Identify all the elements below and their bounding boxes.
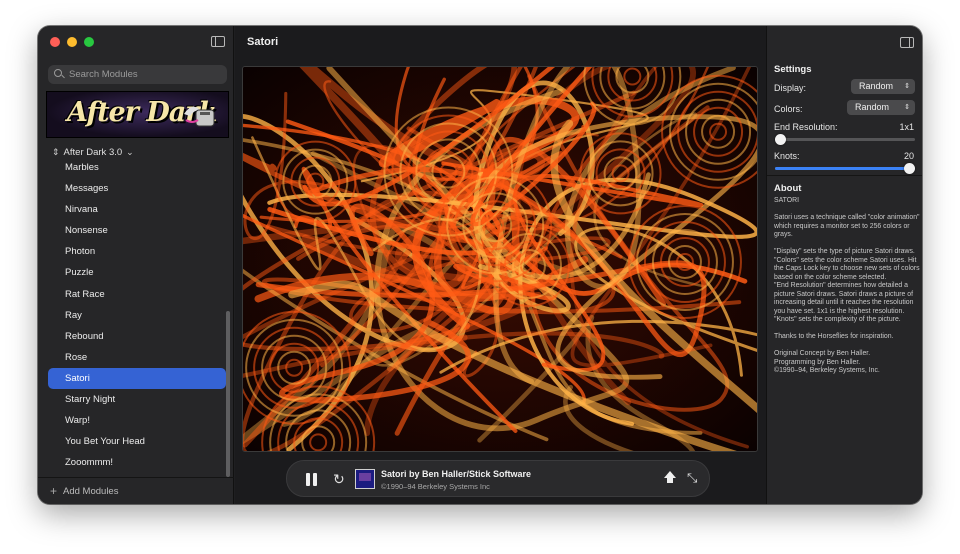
knots-slider-fill: [775, 167, 915, 170]
end-resolution-value: 1x1: [899, 122, 914, 132]
app-window: After Dark ⇕ After Dark 3.0 ⌄ MarblesMes…: [38, 26, 922, 504]
search-icon: [54, 69, 65, 80]
inspector-toggle-icon[interactable]: [900, 37, 914, 48]
knots-value: 20: [903, 151, 914, 161]
updown-chevron-icon: ⇕: [904, 83, 910, 90]
end-resolution-label: End Resolution:: [774, 122, 838, 132]
satori-animation: [243, 67, 757, 451]
about-description: SATORI Satori uses a technique called "co…: [774, 197, 920, 384]
search-field[interactable]: [48, 65, 227, 84]
colors-popup[interactable]: Random ⇕: [847, 100, 915, 115]
module-thumbnail: [355, 469, 375, 489]
pause-icon[interactable]: [306, 473, 318, 486]
sidebar-item-ray[interactable]: Ray: [48, 305, 226, 326]
end-resolution-slider-knob[interactable]: [775, 134, 786, 145]
settings-title: Settings: [774, 64, 812, 75]
about-paragraph: Thanks to the Horseflies for inspiration…: [774, 333, 894, 340]
refresh-icon[interactable]: ↻: [333, 472, 345, 486]
sidebar-item-nonsense[interactable]: Nonsense: [48, 220, 226, 241]
knots-slider[interactable]: [775, 163, 915, 174]
inspector-panel: Settings Display: Random ⇕ Colors: Rando…: [766, 26, 922, 504]
minimize-window-button[interactable]: [67, 37, 77, 47]
flying-toaster-icon: [184, 106, 215, 127]
display-label: Display:: [774, 83, 807, 93]
knots-slider-knob[interactable]: [904, 163, 915, 174]
about-paragraph: Original Concept by Ben Haller. Programm…: [774, 350, 880, 374]
sidebar-toggle-icon[interactable]: [211, 36, 225, 47]
about-paragraph: SATORI: [774, 197, 800, 204]
main-content: Satori ↻ Satori by Ben Haller/Stick Soft…: [235, 26, 766, 504]
sidebar-item-puzzle[interactable]: Puzzle: [48, 262, 226, 283]
sidebar-item-zooommm[interactable]: Zooommm!: [48, 452, 226, 473]
module-credit-title: Satori by Ben Haller/Stick Software: [381, 469, 532, 479]
share-icon[interactable]: [663, 471, 677, 486]
window-controls: [50, 37, 94, 47]
sidebar-item-rat-race[interactable]: Rat Race: [48, 284, 226, 305]
divider: [767, 175, 922, 176]
add-modules-button[interactable]: + Add Modules: [38, 477, 234, 504]
sidebar-item-starry-night[interactable]: Starry Night: [48, 389, 226, 410]
sidebar-item-photon[interactable]: Photon: [48, 241, 226, 262]
end-resolution-slider[interactable]: [775, 134, 915, 145]
sidebar-item-nirvana[interactable]: Nirvana: [48, 199, 226, 220]
about-title: About: [774, 183, 802, 194]
page-title: Satori: [247, 36, 279, 48]
sidebar-item-messages[interactable]: Messages: [48, 178, 226, 199]
after-dark-banner: After Dark: [46, 91, 229, 138]
about-paragraph: "Display" sets the type of picture Sator…: [774, 248, 920, 323]
sidebar-scrollbar[interactable]: [226, 311, 230, 477]
sidebar: After Dark ⇕ After Dark 3.0 ⌄ MarblesMes…: [38, 26, 234, 504]
search-input[interactable]: [69, 69, 219, 80]
zoom-window-button[interactable]: [84, 37, 94, 47]
add-modules-label: Add Modules: [63, 485, 119, 497]
module-list: Marbles Messages Nirvana Nonsense Photon Puzz…: [48, 157, 226, 473]
about-paragraph: Satori uses a technique called "color an…: [774, 214, 920, 238]
colors-value: Random: [855, 102, 890, 112]
module-credit-subtitle: ©1990–94 Berkeley Systems Inc: [381, 482, 490, 491]
sidebar-item-marbles[interactable]: Marbles: [48, 157, 226, 178]
sidebar-item-satori[interactable]: Satori: [48, 367, 226, 390]
playback-controls: ↻ Satori by Ben Haller/Stick Software ©1…: [286, 460, 710, 497]
fullscreen-icon[interactable]: ⤡: [687, 471, 697, 485]
screensaver-preview[interactable]: [242, 66, 758, 452]
colors-label: Colors:: [774, 104, 803, 114]
sidebar-item-warp[interactable]: Warp!: [48, 410, 226, 431]
plus-icon: +: [50, 484, 58, 498]
sidebar-item-rose[interactable]: Rose: [48, 347, 226, 368]
knots-label: Knots:: [774, 151, 800, 161]
updown-chevron-icon: ⇕: [904, 104, 910, 111]
close-window-button[interactable]: [50, 37, 60, 47]
display-popup[interactable]: Random ⇕: [851, 79, 915, 94]
sidebar-item-rebound[interactable]: Rebound: [48, 326, 226, 347]
display-value: Random: [859, 81, 894, 91]
sidebar-item-you-bet-your-head[interactable]: You Bet Your Head: [48, 431, 226, 452]
